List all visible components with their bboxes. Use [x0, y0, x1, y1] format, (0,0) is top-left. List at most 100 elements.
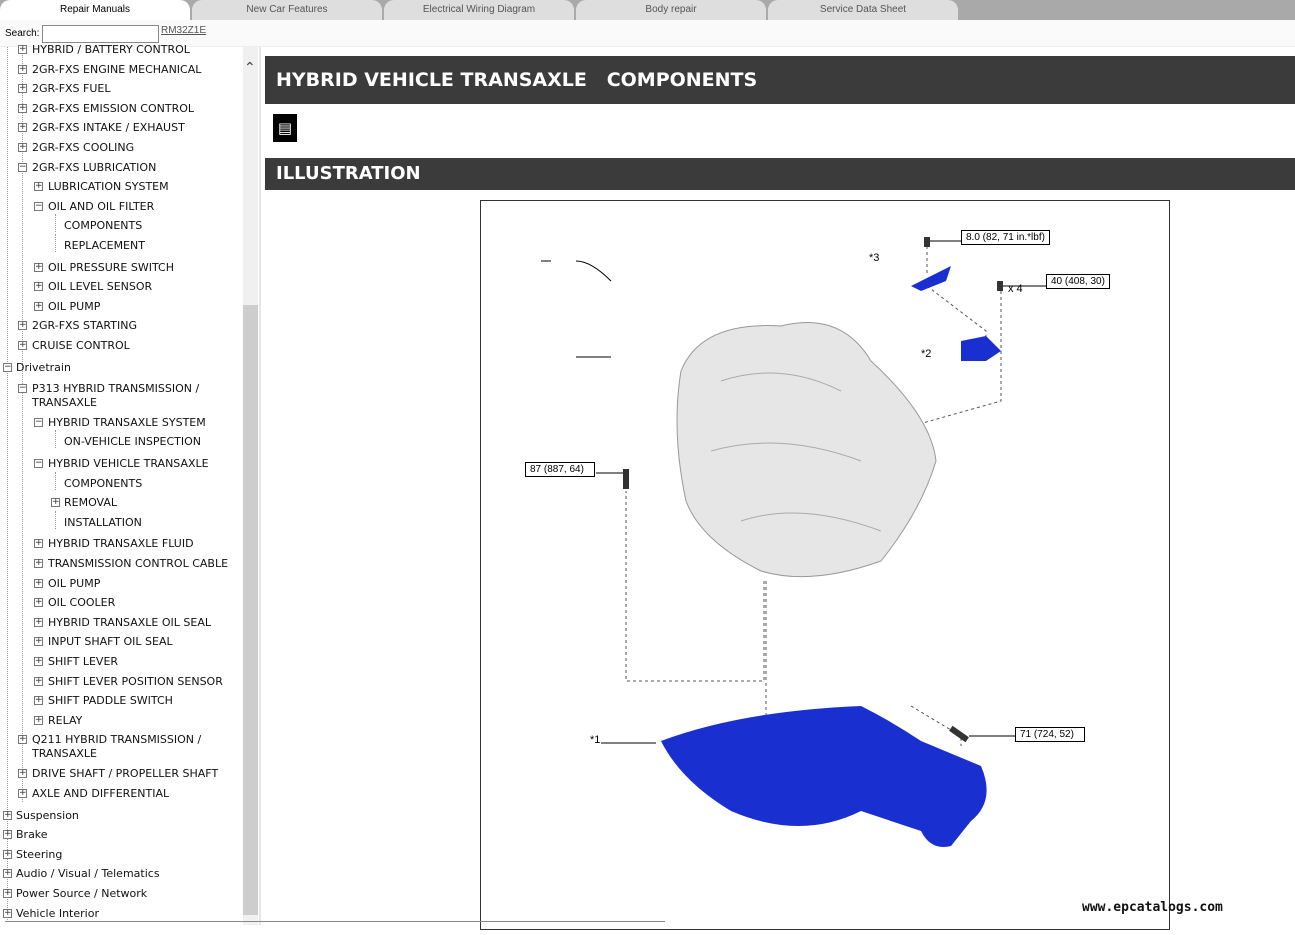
expand-icon[interactable]: + [18, 123, 27, 133]
tree-item[interactable]: Vehicle Interior [16, 907, 99, 921]
tree-item[interactable]: 2GR-FXS COOLING [32, 141, 134, 155]
tab-new-car-features[interactable]: New Car Features [192, 0, 382, 20]
tree-item-label: OIL PUMP [48, 299, 101, 313]
expand-icon[interactable]: + [34, 715, 43, 725]
tree-item[interactable]: SHIFT LEVER POSITION SENSOR [48, 675, 223, 689]
tree-item-label: 2GR-FXS STARTING [32, 319, 137, 333]
tree-item[interactable]: CRUISE CONTROL [32, 339, 130, 353]
expand-icon[interactable]: + [18, 45, 27, 54]
tree-item[interactable]: 2GR-FXS FUEL [32, 82, 111, 96]
expand-icon[interactable]: + [34, 262, 43, 272]
tree-item[interactable]: LUBRICATION SYSTEM [48, 180, 169, 194]
manual-code-link[interactable]: RM32Z1E [161, 25, 206, 36]
tree-item[interactable]: OIL COOLER [48, 596, 115, 610]
tree-item[interactable]: Steering [16, 848, 62, 862]
expand-icon[interactable]: + [3, 888, 12, 898]
tree-item[interactable]: INPUT SHAFT OIL SEAL [48, 635, 173, 649]
tab-repair-manuals[interactable]: Repair Manuals [0, 0, 190, 20]
tree-item[interactable]: 2GR-FXS EMISSION CONTROL [32, 102, 194, 116]
expand-icon[interactable]: + [34, 676, 43, 686]
expand-icon[interactable]: + [3, 869, 12, 879]
expand-icon[interactable]: + [34, 182, 43, 192]
tree-item[interactable]: SHIFT LEVER [48, 655, 118, 669]
collapse-icon[interactable]: − [3, 362, 12, 372]
collapse-icon[interactable]: − [34, 458, 43, 468]
tree-item[interactable]: OIL PUMP [48, 300, 100, 314]
tree-item-label: SHIFT LEVER POSITION SENSOR [48, 674, 223, 688]
tree-item[interactable]: REPLACEMENT [64, 239, 145, 253]
scrollbar-thumb[interactable] [243, 305, 258, 915]
expand-icon[interactable]: + [18, 321, 27, 331]
tree-item[interactable]: P313 HYBRID TRANSMISSION / TRANSAXLE [32, 382, 235, 410]
tree-item[interactable]: HYBRID / BATTERY CONTROL [32, 43, 190, 57]
tree-item[interactable]: HYBRID VEHICLE TRANSAXLE [48, 457, 209, 471]
expand-icon[interactable]: + [34, 578, 43, 588]
tree-item-label: Brake [16, 828, 48, 842]
expand-icon[interactable]: + [18, 103, 27, 113]
tree-item[interactable]: DRIVE SHAFT / PROPELLER SHAFT [32, 767, 218, 781]
tree-item[interactable]: OIL AND OIL FILTER [48, 200, 154, 214]
part-label-1: *1 [590, 734, 601, 746]
tree-item-label: 2GR-FXS EMISSION CONTROL [32, 101, 195, 115]
tree-item[interactable]: COMPONENTS [64, 219, 142, 233]
tab-service-data-sheet[interactable]: Service Data Sheet [768, 0, 958, 20]
expand-icon[interactable]: + [18, 735, 27, 745]
tree-item[interactable]: OIL PRESSURE SWITCH [48, 261, 174, 275]
tree-item-label: OIL AND OIL FILTER [48, 199, 155, 213]
tree-item[interactable]: Drivetrain [16, 361, 71, 375]
tree-item[interactable]: 2GR-FXS ENGINE MECHANICAL [32, 63, 201, 77]
expand-icon[interactable]: + [3, 810, 12, 820]
tree-item[interactable]: OIL PUMP [48, 577, 100, 591]
expand-icon[interactable]: + [34, 656, 43, 666]
collapse-icon[interactable]: − [34, 417, 43, 427]
tree-item[interactable]: HYBRID TRANSAXLE SYSTEM [48, 416, 206, 430]
expand-icon[interactable]: + [18, 143, 27, 152]
expand-icon[interactable]: + [34, 637, 43, 647]
expand-icon[interactable]: + [34, 301, 43, 311]
tree-item[interactable]: REMOVAL [64, 496, 117, 510]
expand-icon[interactable]: + [18, 64, 27, 74]
tree-item[interactable]: INSTALLATION [64, 516, 142, 530]
tree-item[interactable]: 2GR-FXS STARTING [32, 319, 137, 333]
expand-icon[interactable]: + [18, 769, 27, 779]
tree-item[interactable]: OIL LEVEL SENSOR [48, 280, 152, 294]
tree-item[interactable]: HYBRID TRANSAXLE OIL SEAL [48, 616, 211, 630]
tab-body-repair[interactable]: Body repair [576, 0, 766, 20]
expand-icon[interactable]: + [18, 84, 27, 94]
tree-item[interactable]: Suspension [16, 809, 79, 823]
tab-electrical-wiring-diagram[interactable]: Electrical Wiring Diagram [384, 0, 574, 20]
tree-item[interactable]: HYBRID TRANSAXLE FLUID [48, 537, 194, 551]
expand-icon[interactable]: + [34, 282, 43, 292]
expand-icon[interactable]: + [51, 498, 60, 508]
pane-divider[interactable] [259, 47, 261, 925]
tree-item[interactable]: COMPONENTS [64, 477, 142, 491]
expand-icon[interactable]: + [3, 830, 12, 840]
tree-item[interactable]: RELAY [48, 714, 82, 728]
collapse-icon[interactable]: − [34, 201, 43, 211]
tree-item[interactable]: Brake [16, 828, 48, 842]
search-input[interactable] [42, 25, 159, 43]
tree-item[interactable]: ON-VEHICLE INSPECTION [64, 435, 201, 449]
expand-icon[interactable]: + [18, 341, 27, 350]
collapse-icon[interactable]: − [18, 162, 27, 172]
scroll-up-icon[interactable]: ⌃ [244, 60, 256, 76]
tree-item-label: OIL PUMP [48, 576, 101, 590]
tree-item[interactable]: Q211 HYBRID TRANSMISSION / TRANSAXLE [32, 733, 235, 761]
expand-icon[interactable]: + [34, 696, 43, 706]
tree-item[interactable]: SHIFT PADDLE SWITCH [48, 694, 173, 708]
tree-item[interactable]: AXLE AND DIFFERENTIAL [32, 787, 169, 801]
expand-icon[interactable]: + [3, 849, 12, 859]
expand-icon[interactable]: + [34, 539, 43, 549]
expand-icon[interactable]: + [3, 908, 12, 918]
expand-icon[interactable]: + [34, 617, 43, 627]
collapse-icon[interactable]: − [18, 383, 27, 393]
tree-item[interactable]: 2GR-FXS LUBRICATION [32, 161, 156, 175]
expand-icon[interactable]: + [18, 788, 27, 798]
tree-item[interactable]: 2GR-FXS INTAKE / EXHAUST [32, 121, 185, 135]
tree-item[interactable]: Audio / Visual / Telematics [16, 867, 160, 881]
document-icon[interactable]: ▤ [273, 114, 297, 142]
expand-icon[interactable]: + [34, 598, 43, 608]
tree-item[interactable]: Power Source / Network [16, 887, 147, 901]
expand-icon[interactable]: + [34, 558, 43, 568]
tree-item[interactable]: TRANSMISSION CONTROL CABLE [48, 557, 228, 571]
